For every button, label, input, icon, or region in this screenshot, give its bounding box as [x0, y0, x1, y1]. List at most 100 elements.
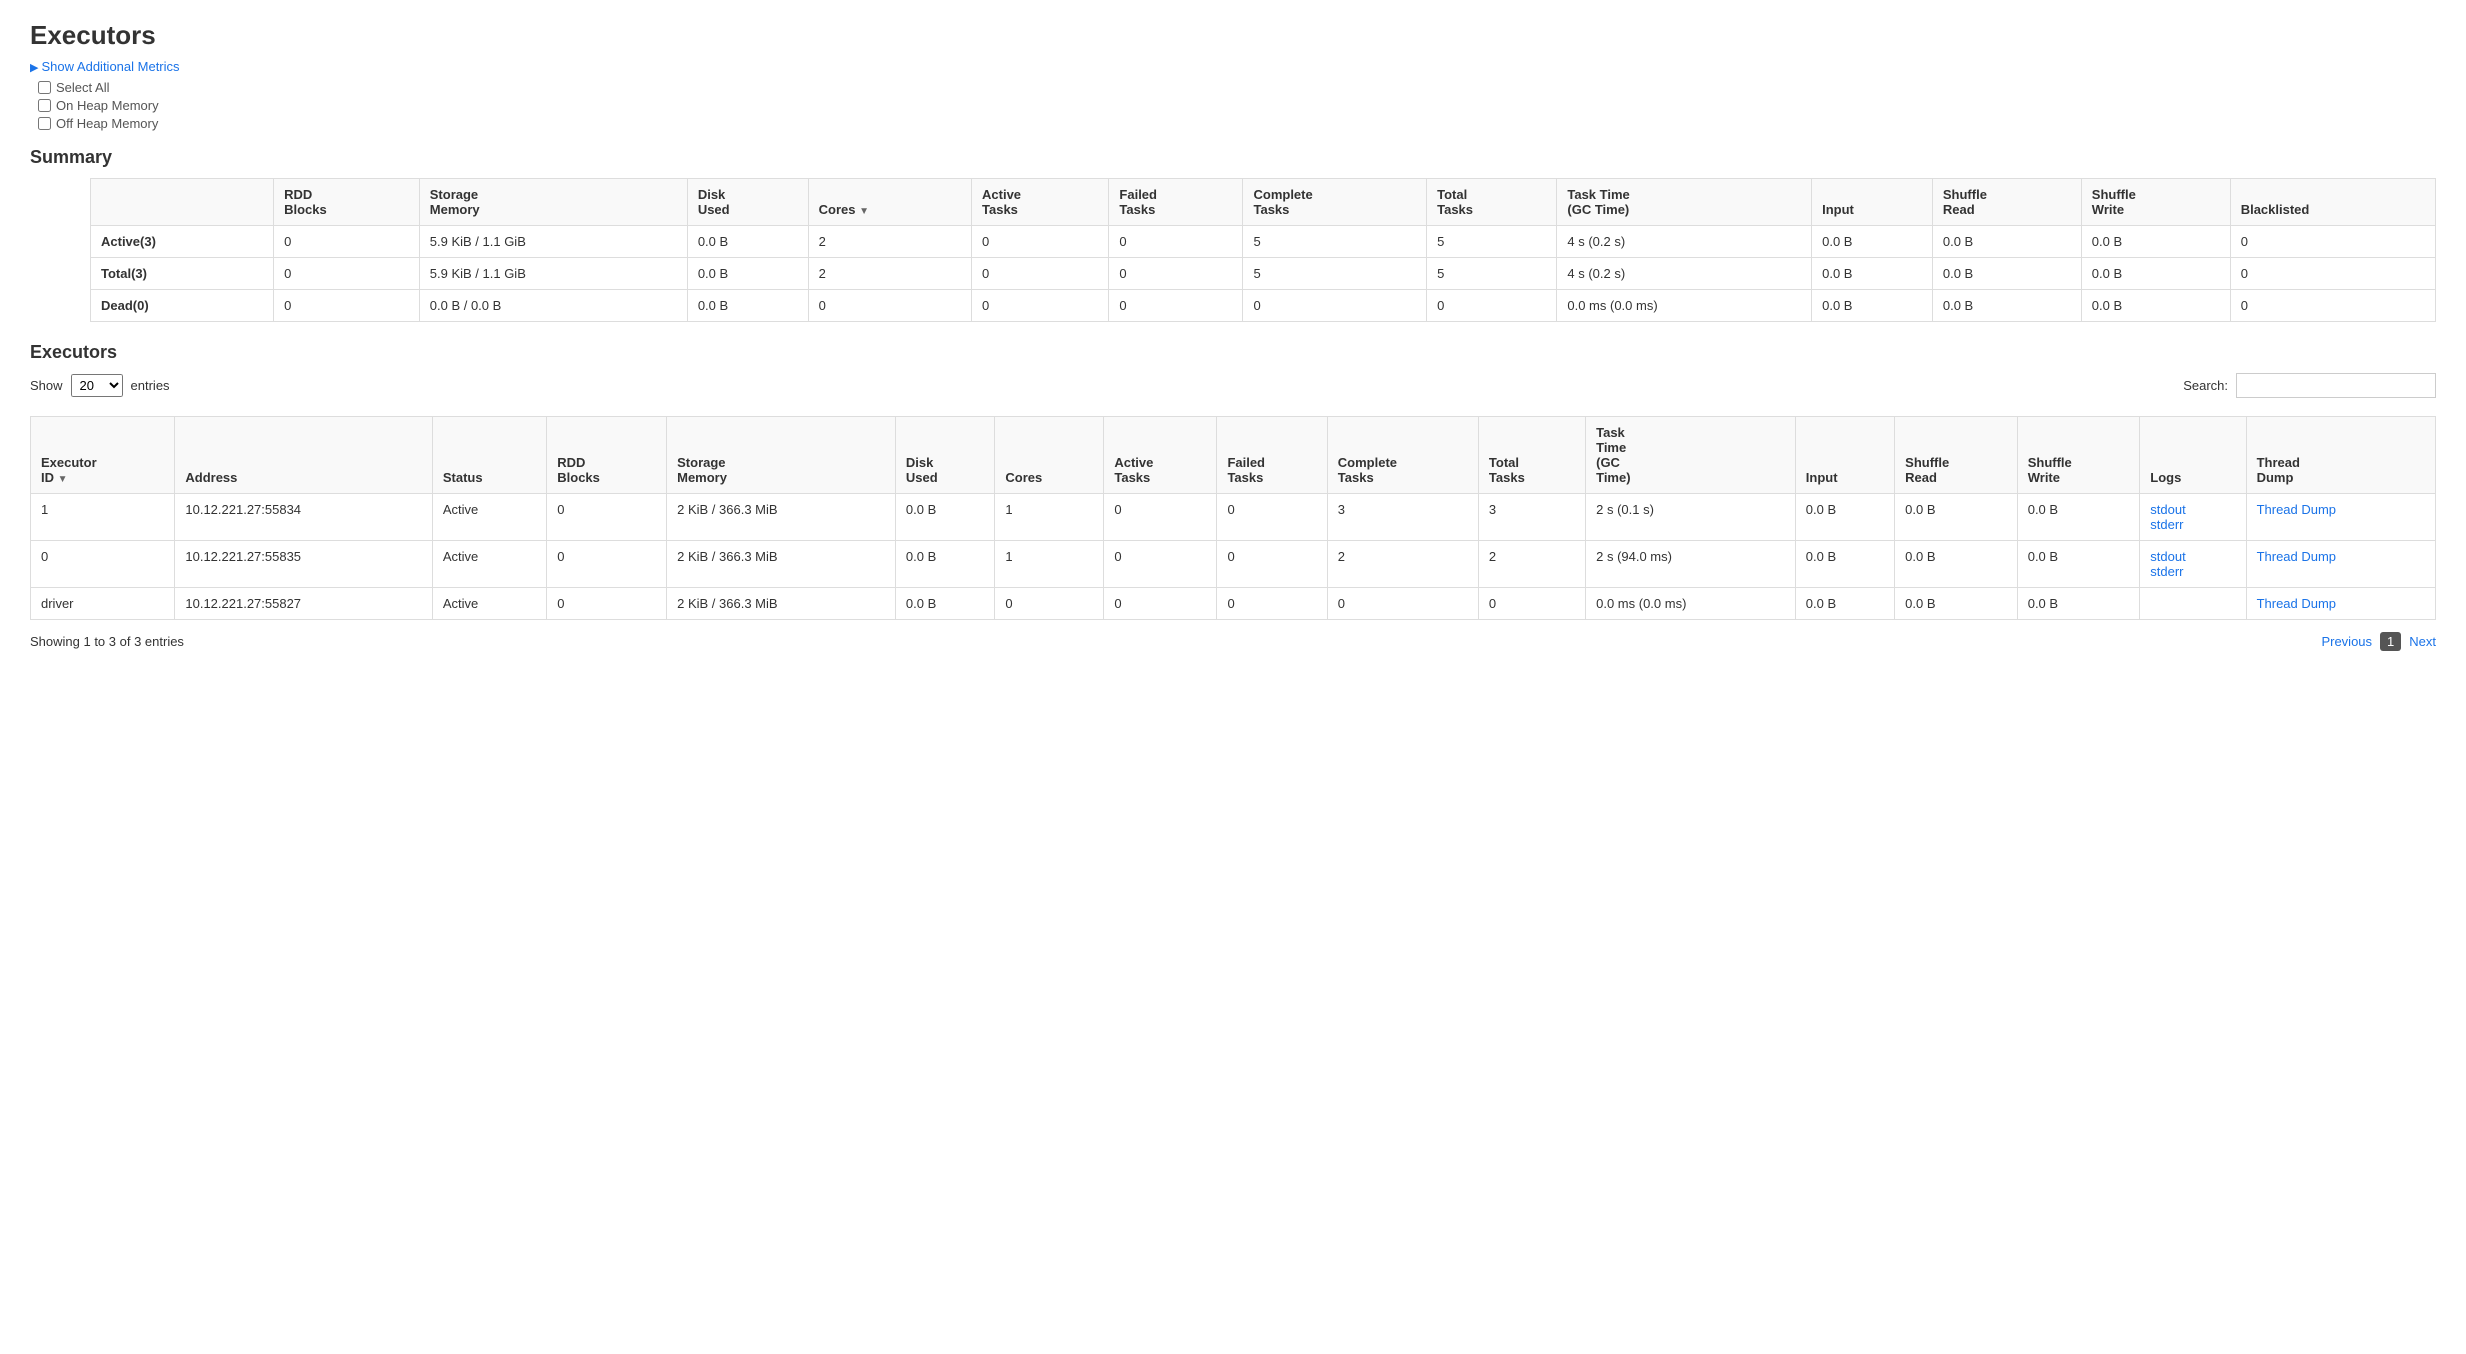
executor-cell: 0.0 ms (0.0 ms): [1586, 588, 1796, 620]
show-label: Show: [30, 378, 63, 393]
exec-col-storage: StorageMemory: [667, 417, 896, 494]
executor-cell: 0.0 B: [1795, 588, 1894, 620]
checkbox-on-heap[interactable]: On Heap Memory: [38, 98, 2436, 113]
executor-cell: 0: [995, 588, 1104, 620]
summary-col-disk: DiskUsed: [687, 179, 808, 226]
summary-cell: 0: [274, 226, 420, 258]
summary-table: RDDBlocks StorageMemory DiskUsed Cores ▼…: [90, 178, 2436, 322]
summary-cell: 0.0 B: [1932, 290, 2081, 322]
executor-cell: 0.0 B: [1895, 541, 2018, 588]
summary-cell: 0.0 B: [2081, 226, 2230, 258]
entries-select[interactable]: 20 50 100: [71, 374, 123, 397]
executor-cell: 0.0 B: [1895, 494, 2018, 541]
exec-col-threaddump: ThreadDump: [2246, 417, 2435, 494]
executor-cell: 0: [547, 588, 667, 620]
show-metrics-link[interactable]: Show Additional Metrics: [30, 59, 180, 74]
summary-cell: 0: [1109, 290, 1243, 322]
exec-col-status: Status: [432, 417, 546, 494]
thread-dump-cell: Thread Dump: [2246, 541, 2435, 588]
exec-col-complete: CompleteTasks: [1327, 417, 1478, 494]
executor-cell: 2 s (0.1 s): [1586, 494, 1796, 541]
exec-col-total: TotalTasks: [1478, 417, 1585, 494]
summary-cell: 0: [274, 258, 420, 290]
executor-cell: 0: [1217, 588, 1327, 620]
summary-cell: Total(3): [91, 258, 274, 290]
search-input[interactable]: [2236, 373, 2436, 398]
executor-cell: 3: [1327, 494, 1478, 541]
exec-col-id[interactable]: ExecutorID ▼: [31, 417, 175, 494]
summary-cell: Dead(0): [91, 290, 274, 322]
summary-cell: 0.0 B: [1812, 290, 1933, 322]
executor-cell: 2 s (94.0 ms): [1586, 541, 1796, 588]
summary-cell: 0: [2230, 258, 2435, 290]
exec-col-cores: Cores: [995, 417, 1104, 494]
summary-cell: 0: [808, 290, 971, 322]
exec-col-disk: DiskUsed: [895, 417, 994, 494]
stderr-link[interactable]: stderr: [2150, 564, 2183, 579]
stdout-link[interactable]: stdout: [2150, 502, 2185, 517]
thread-dump-link[interactable]: Thread Dump: [2257, 596, 2336, 611]
executors-title: Executors: [30, 342, 2436, 363]
summary-cell: 0: [274, 290, 420, 322]
executor-cell: 2 KiB / 366.3 MiB: [667, 541, 896, 588]
checkbox-select-all[interactable]: Select All: [38, 80, 2436, 95]
summary-cell: 0.0 B / 0.0 B: [419, 290, 687, 322]
summary-cell: 5: [1243, 258, 1427, 290]
executor-cell: 0.0 B: [2017, 494, 2140, 541]
summary-col-rdd: RDDBlocks: [274, 179, 420, 226]
summary-cell: 2: [808, 226, 971, 258]
summary-cell: 0.0 B: [1812, 226, 1933, 258]
stderr-link[interactable]: stderr: [2150, 517, 2183, 532]
executor-cell: 10.12.221.27:55834: [175, 494, 432, 541]
summary-cell: 0: [972, 258, 1109, 290]
checkbox-off-heap[interactable]: Off Heap Memory: [38, 116, 2436, 131]
stdout-link[interactable]: stdout: [2150, 549, 2185, 564]
summary-row: Dead(0)00.0 B / 0.0 B0.0 B000000.0 ms (0…: [91, 290, 2436, 322]
summary-col-failed: FailedTasks: [1109, 179, 1243, 226]
executor-cell: 0.0 B: [895, 588, 994, 620]
next-page-link[interactable]: Next: [2409, 634, 2436, 649]
summary-col-total: TotalTasks: [1427, 179, 1557, 226]
show-entries: Show 20 50 100 entries: [30, 374, 170, 397]
executor-cell: 0: [1104, 494, 1217, 541]
off-heap-checkbox[interactable]: [38, 117, 51, 130]
executor-cell: 10.12.221.27:55835: [175, 541, 432, 588]
thread-dump-link[interactable]: Thread Dump: [2257, 502, 2336, 517]
prev-page-link[interactable]: Previous: [2321, 634, 2372, 649]
thread-dump-link[interactable]: Thread Dump: [2257, 549, 2336, 564]
summary-col-shread: ShuffleRead: [1932, 179, 2081, 226]
executor-cell: 0.0 B: [1795, 541, 1894, 588]
summary-cell: 0.0 B: [687, 226, 808, 258]
summary-cell: 0: [1109, 226, 1243, 258]
summary-cell: 0.0 B: [1932, 226, 2081, 258]
executor-row: 010.12.221.27:55835Active02 KiB / 366.3 …: [31, 541, 2436, 588]
select-all-checkbox[interactable]: [38, 81, 51, 94]
table-footer: Showing 1 to 3 of 3 entries Previous 1 N…: [30, 632, 2436, 651]
exec-col-address: Address: [175, 417, 432, 494]
logs-cell: [2140, 588, 2246, 620]
on-heap-checkbox[interactable]: [38, 99, 51, 112]
executor-cell: 0: [1327, 588, 1478, 620]
executor-cell: 0: [1478, 588, 1585, 620]
summary-cell: 0: [972, 290, 1109, 322]
logs-cell: stdoutstderr: [2140, 494, 2246, 541]
exec-col-failed: FailedTasks: [1217, 417, 1327, 494]
executors-table: ExecutorID ▼ Address Status RDDBlocks St…: [30, 416, 2436, 620]
exec-col-tasktime: TaskTime(GCTime): [1586, 417, 1796, 494]
summary-cell: 5: [1427, 258, 1557, 290]
executor-row: 110.12.221.27:55834Active02 KiB / 366.3 …: [31, 494, 2436, 541]
summary-cell: Active(3): [91, 226, 274, 258]
executor-cell: Active: [432, 494, 546, 541]
summary-cell: 5.9 KiB / 1.1 GiB: [419, 226, 687, 258]
summary-col-shwrite: ShuffleWrite: [2081, 179, 2230, 226]
summary-col-cores: Cores ▼: [808, 179, 971, 226]
summary-cell: 0: [2230, 226, 2435, 258]
summary-cell: 4 s (0.2 s): [1557, 258, 1812, 290]
summary-cell: 5.9 KiB / 1.1 GiB: [419, 258, 687, 290]
summary-row: Total(3)05.9 KiB / 1.1 GiB0.0 B200554 s …: [91, 258, 2436, 290]
summary-cell: 0.0 ms (0.0 ms): [1557, 290, 1812, 322]
cores-sort-icon: ▼: [859, 206, 869, 217]
exec-col-input: Input: [1795, 417, 1894, 494]
executor-cell: 2: [1478, 541, 1585, 588]
summary-cell: 5: [1427, 226, 1557, 258]
